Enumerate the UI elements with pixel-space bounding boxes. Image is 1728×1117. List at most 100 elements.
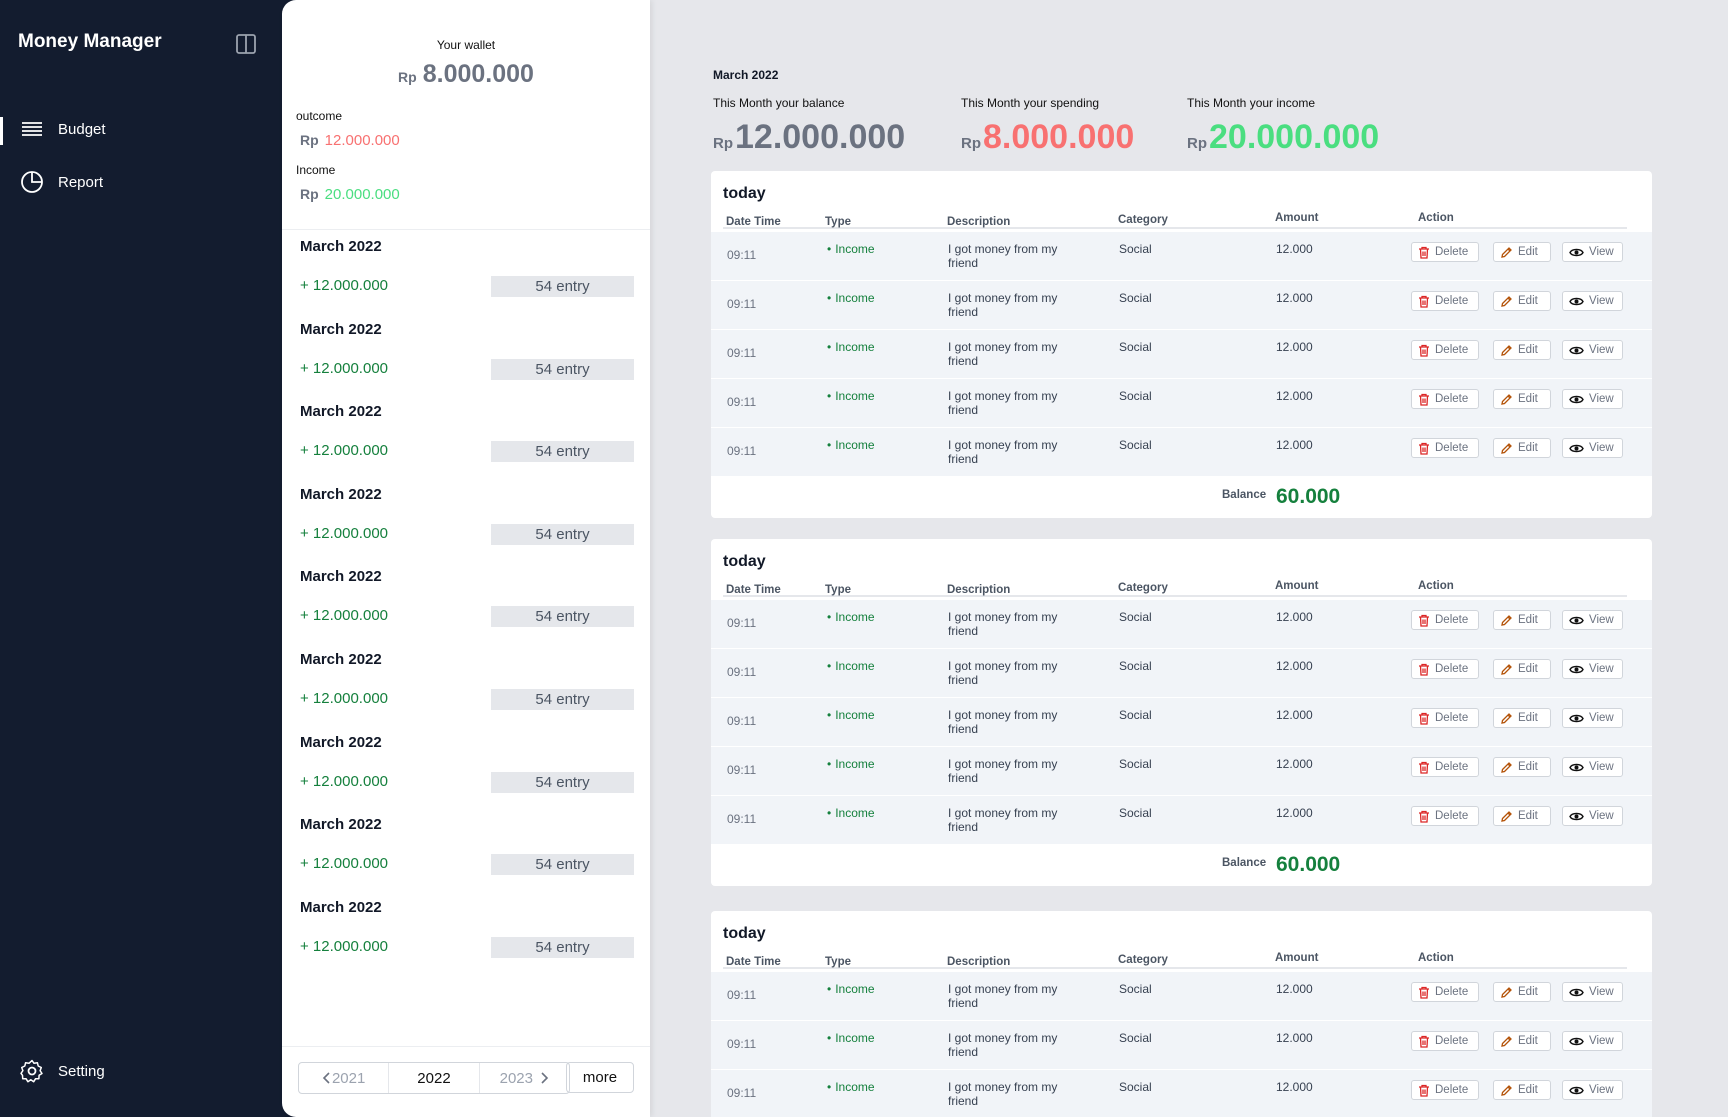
delete-button[interactable]: Delete xyxy=(1411,1031,1479,1051)
edit-button[interactable]: Edit xyxy=(1493,291,1551,311)
month-summary-item[interactable]: March 2022 + 12.000.000 54 entry xyxy=(282,231,650,314)
delete-button[interactable]: Delete xyxy=(1411,708,1479,728)
delete-button[interactable]: Delete xyxy=(1411,242,1479,262)
edit-button[interactable]: Edit xyxy=(1493,982,1551,1002)
edit-button[interactable]: Edit xyxy=(1493,1031,1551,1051)
table-row: 09:11 Income I got money from my friend … xyxy=(711,330,1652,379)
eye-icon xyxy=(1569,988,1584,996)
row-amount: 12.000 xyxy=(1276,806,1313,820)
month-summary-item[interactable]: March 2022 + 12.000.000 54 entry xyxy=(282,892,650,975)
sidebar-item-budget[interactable]: Budget xyxy=(0,109,280,149)
edit-button[interactable]: Edit xyxy=(1493,708,1551,728)
view-button[interactable]: View xyxy=(1562,659,1623,679)
row-type: Income xyxy=(827,389,874,403)
delete-button[interactable]: Delete xyxy=(1411,291,1479,311)
year-selector: 2021 2022 2023 xyxy=(298,1062,570,1094)
view-button[interactable]: View xyxy=(1562,610,1623,630)
current-year-button[interactable]: 2022 xyxy=(388,1063,480,1093)
entry-count-badge: 54 entry xyxy=(491,358,634,380)
pencil-icon xyxy=(1501,614,1512,626)
sidebar: Money Manager Budget Report Setting xyxy=(0,0,300,1117)
delete-button[interactable]: Delete xyxy=(1411,806,1479,826)
more-button[interactable]: more xyxy=(566,1062,634,1093)
view-button[interactable]: View xyxy=(1562,291,1623,311)
stat-label: This Month your spending xyxy=(961,96,1100,110)
month-summary-item[interactable]: March 2022 + 12.000.000 54 entry xyxy=(282,727,650,810)
table-row: 09:11 Income I got money from my friend … xyxy=(711,1070,1652,1117)
edit-button[interactable]: Edit xyxy=(1493,659,1551,679)
row-time: 09:11 xyxy=(727,714,757,728)
currency-label: Rp xyxy=(300,132,319,148)
month-amount: + 12.000.000 xyxy=(300,442,389,460)
gear-icon xyxy=(20,1059,44,1083)
delete-label: Delete xyxy=(1435,810,1469,822)
month-amount: + 12.000.000 xyxy=(300,359,389,377)
row-description: I got money from my friend xyxy=(948,708,1058,736)
column-header: Amount xyxy=(1275,952,1319,964)
row-category: Social xyxy=(1119,982,1152,996)
trash-icon xyxy=(1419,712,1429,725)
delete-button[interactable]: Delete xyxy=(1411,1080,1479,1100)
edit-button[interactable]: Edit xyxy=(1493,610,1551,630)
eye-icon xyxy=(1569,1037,1584,1045)
table-row: 09:11 Income I got money from my friend … xyxy=(711,698,1652,747)
month-title: March 2022 xyxy=(300,403,382,421)
eye-icon xyxy=(1569,714,1584,722)
pencil-icon xyxy=(1501,295,1512,307)
next-year-button[interactable]: 2023 xyxy=(480,1063,569,1093)
delete-button[interactable]: Delete xyxy=(1411,659,1479,679)
month-summary-item[interactable]: March 2022 + 12.000.000 54 entry xyxy=(282,561,650,644)
delete-button[interactable]: Delete xyxy=(1411,389,1479,409)
edit-button[interactable]: Edit xyxy=(1493,806,1551,826)
pencil-icon xyxy=(1501,712,1512,724)
prev-year-button[interactable]: 2021 xyxy=(299,1063,388,1093)
edit-button[interactable]: Edit xyxy=(1493,242,1551,262)
pencil-icon xyxy=(1501,663,1512,675)
delete-button[interactable]: Delete xyxy=(1411,982,1479,1002)
table-header: Date Time Type Description Category Amou… xyxy=(723,212,1627,229)
month-summary-item[interactable]: March 2022 + 12.000.000 54 entry xyxy=(282,396,650,479)
column-header: Amount xyxy=(1275,580,1319,592)
edit-button[interactable]: Edit xyxy=(1493,438,1551,458)
sidebar-item-report[interactable]: Report xyxy=(0,162,280,202)
view-button[interactable]: View xyxy=(1562,1031,1623,1051)
view-button[interactable]: View xyxy=(1562,389,1623,409)
pie-chart-icon xyxy=(20,170,44,194)
edit-button[interactable]: Edit xyxy=(1493,757,1551,777)
view-button[interactable]: View xyxy=(1562,1080,1623,1100)
view-button[interactable]: View xyxy=(1562,242,1623,262)
month-summary-item[interactable]: March 2022 + 12.000.000 54 entry xyxy=(282,809,650,892)
sidebar-toggle-icon[interactable] xyxy=(235,33,257,55)
trash-icon xyxy=(1419,663,1429,676)
trash-icon xyxy=(1419,986,1429,999)
entry-count-badge: 54 entry xyxy=(491,441,634,463)
view-button[interactable]: View xyxy=(1562,438,1623,458)
view-button[interactable]: View xyxy=(1562,340,1623,360)
currency-label: Rp xyxy=(1187,135,1207,152)
view-button[interactable]: View xyxy=(1562,757,1623,777)
view-button[interactable]: View xyxy=(1562,806,1623,826)
month-title: March 2022 xyxy=(300,238,382,255)
delete-button[interactable]: Delete xyxy=(1411,340,1479,360)
column-header: Type xyxy=(825,956,851,968)
month-summary-item[interactable]: March 2022 + 12.000.000 54 entry xyxy=(282,644,650,727)
delete-button[interactable]: Delete xyxy=(1411,610,1479,630)
edit-label: Edit xyxy=(1518,295,1538,307)
edit-button[interactable]: Edit xyxy=(1493,389,1551,409)
month-summary-item[interactable]: March 2022 + 12.000.000 54 entry xyxy=(282,479,650,562)
outcome-value: Rp 12.000.000 xyxy=(300,132,400,149)
sidebar-item-setting[interactable]: Setting xyxy=(0,1051,280,1091)
balance-label: Balance xyxy=(1222,857,1267,869)
column-header: Amount xyxy=(1275,212,1319,224)
delete-button[interactable]: Delete xyxy=(1411,757,1479,777)
delete-button[interactable]: Delete xyxy=(1411,438,1479,458)
edit-button[interactable]: Edit xyxy=(1493,340,1551,360)
delete-label: Delete xyxy=(1435,393,1469,405)
month-title: March 2022 xyxy=(300,816,382,834)
view-button[interactable]: View xyxy=(1562,982,1623,1002)
edit-button[interactable]: Edit xyxy=(1493,1080,1551,1100)
chevron-right-icon xyxy=(541,1072,549,1084)
spending-amount: 8.000.000 xyxy=(983,118,1135,156)
month-summary-item[interactable]: March 2022 + 12.000.000 54 entry xyxy=(282,314,650,397)
view-button[interactable]: View xyxy=(1562,708,1623,728)
